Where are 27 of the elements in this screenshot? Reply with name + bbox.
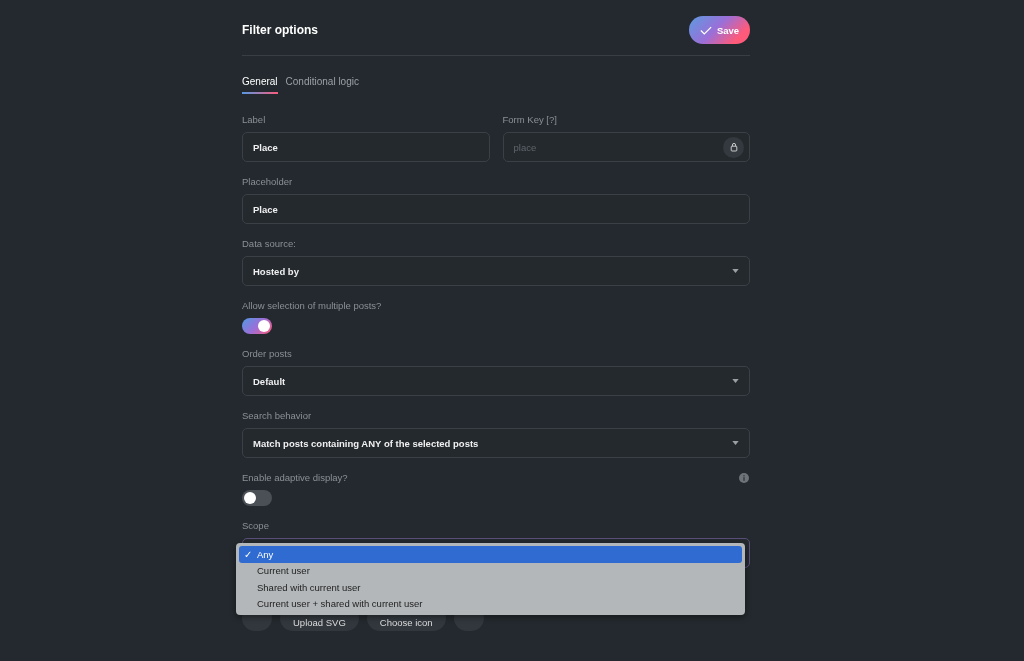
menu-option[interactable]: Current user bbox=[239, 562, 742, 579]
caret-icon bbox=[732, 441, 739, 445]
toggle-switch[interactable] bbox=[242, 318, 272, 334]
caret-icon bbox=[732, 379, 739, 383]
select-field[interactable]: Default bbox=[242, 366, 750, 396]
menu-option[interactable]: ✓ Any bbox=[239, 546, 742, 563]
input-field[interactable]: Place bbox=[242, 194, 750, 224]
menu-option[interactable]: Shared with current user bbox=[239, 579, 742, 596]
field-label: Data source: bbox=[242, 237, 296, 250]
field-label: Enable adaptive display? bbox=[242, 471, 348, 484]
field-label: Label bbox=[242, 113, 267, 126]
field-label: Order posts bbox=[242, 347, 292, 360]
field-label: Search behavior bbox=[242, 409, 312, 422]
toggle-switch[interactable] bbox=[242, 490, 272, 506]
tab[interactable]: General bbox=[242, 76, 278, 94]
field-label: Scope bbox=[242, 519, 269, 532]
field-label: Allow selection of multiple posts? bbox=[242, 299, 382, 312]
field-label: Form Key [?] bbox=[502, 113, 558, 126]
check-icon bbox=[699, 25, 712, 35]
field-label: Placeholder bbox=[242, 175, 293, 188]
input-field[interactable]: Place bbox=[242, 132, 490, 162]
panel-title: Filter options bbox=[242, 23, 318, 37]
caret-icon bbox=[732, 269, 739, 273]
select-field[interactable]: Match posts containing ANY of the selected posts bbox=[242, 428, 750, 458]
select-field[interactable]: Hosted by bbox=[242, 256, 750, 286]
tab[interactable]: Conditional logic bbox=[285, 76, 359, 94]
save-button[interactable]: Save bbox=[689, 16, 750, 44]
